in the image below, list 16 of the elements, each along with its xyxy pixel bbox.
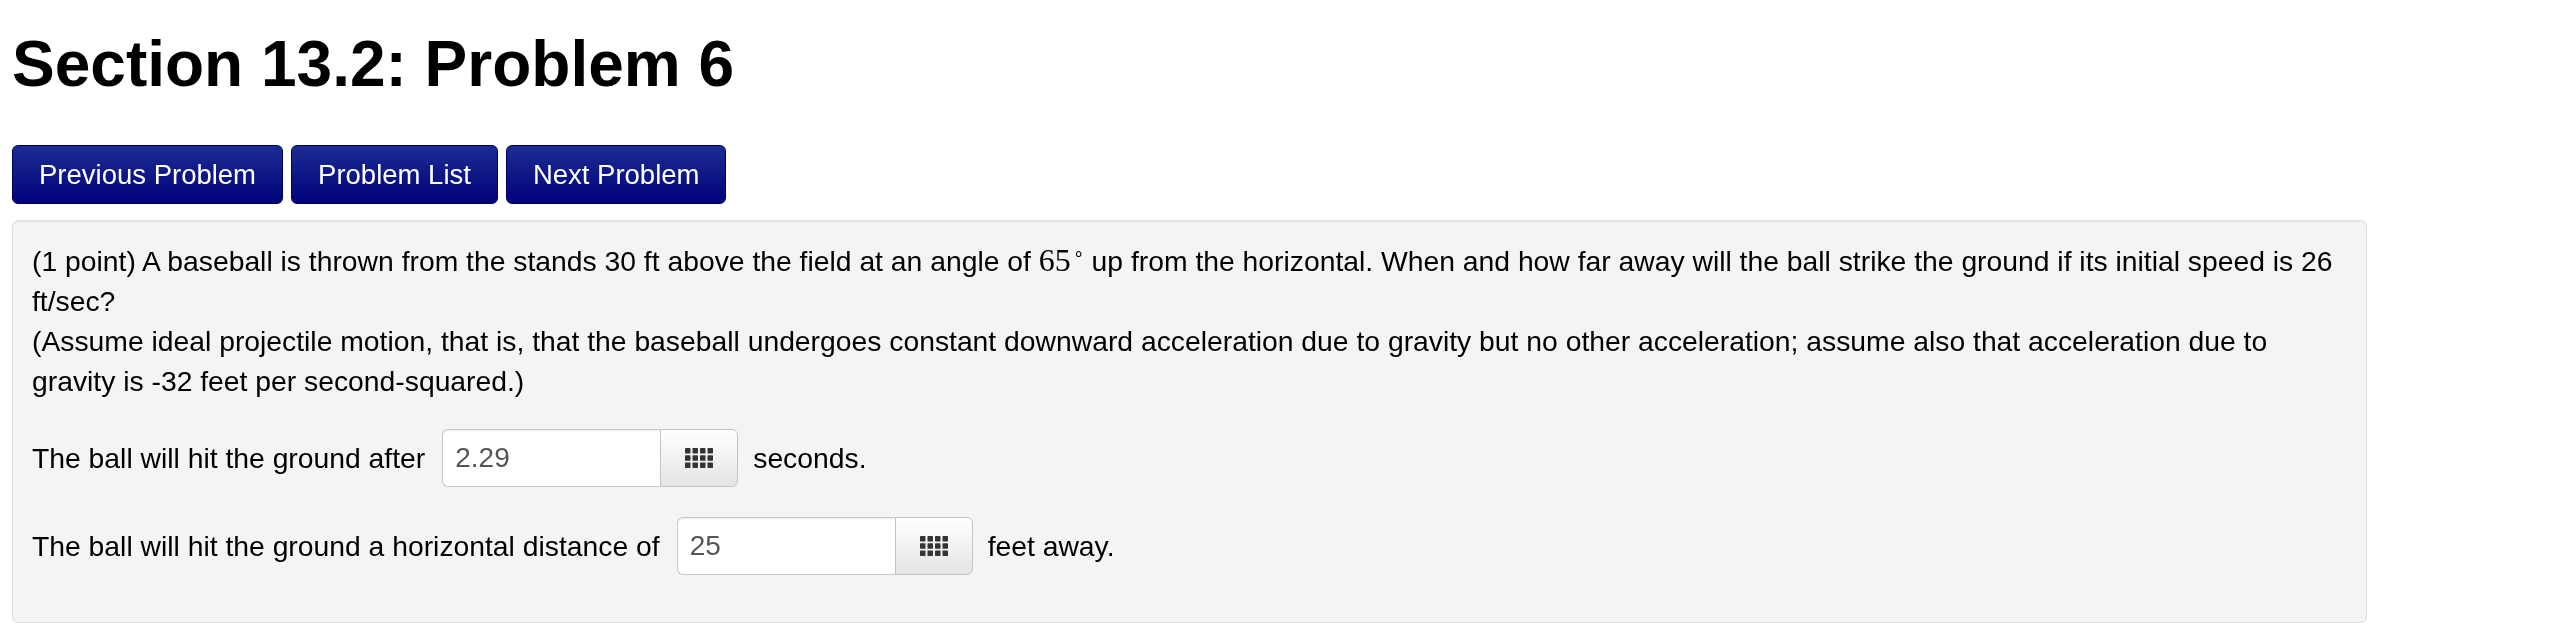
keypad-button[interactable]	[894, 517, 973, 575]
units-label: seconds.	[753, 441, 867, 475]
keypad-icon	[685, 448, 714, 468]
answer-label: The ball will hit the ground a horizontal distance of	[32, 529, 660, 563]
keypad-button[interactable]	[660, 429, 739, 487]
answer-label: The ball will hit the ground after	[32, 441, 426, 475]
keypad-icon	[919, 536, 948, 556]
nav-button[interactable]: Problem List	[291, 145, 498, 204]
units-label: feet away.	[987, 529, 1115, 563]
nav-button[interactable]: Previous Problem	[12, 145, 284, 204]
page-title: Section 13.2: Problem 6	[12, 28, 735, 101]
answer-field[interactable]: 2.29	[442, 429, 661, 487]
problem-note: (Assume ideal projectile motion, that is, that the baseball undergoes constant downward acceleration due to gravity but no other acceleration; assume also that acceleration due to gravity is -32 feet per second-squared.)	[32, 324, 2269, 399]
answer-field[interactable]: 25	[676, 517, 895, 575]
nav-button[interactable]: Next Problem	[505, 145, 727, 204]
problem-statement: (1 point) A baseball is thrown from the stands 30 ft above the field at an angle of 65$^{∘}$ up from the horizontal. When and how far away will the ball strike the ground if its initial speed is 26 ft/sec?	[32, 241, 2334, 319]
